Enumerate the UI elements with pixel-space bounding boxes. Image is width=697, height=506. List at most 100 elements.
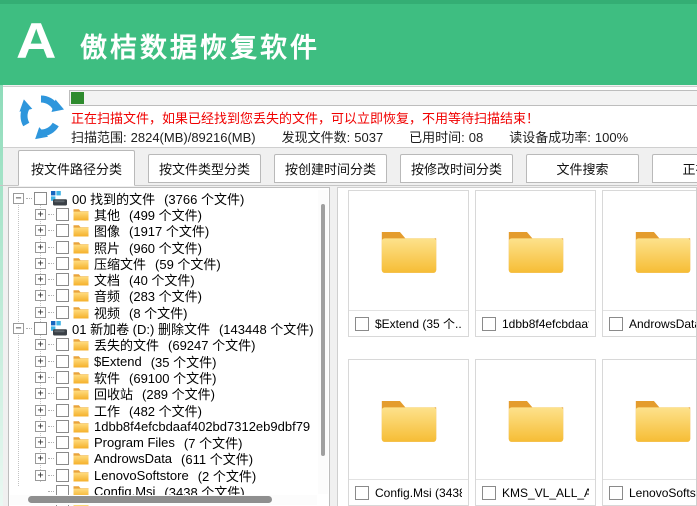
checkbox[interactable]	[56, 257, 69, 270]
stat-value: 2824(MB)/89216(MB)	[131, 130, 256, 145]
checkbox[interactable]	[482, 317, 496, 331]
stat-label: 已用时间:	[409, 130, 465, 145]
tree-item[interactable]: + 视频 (8 个文件)	[9, 304, 317, 320]
expander-icon[interactable]: +	[35, 225, 46, 236]
folder-card[interactable]: 1dbb8f4efcbdaaf...	[475, 190, 596, 337]
tree-item-label: 1dbb8f4efcbdaaf402bd7312eb9dbf79	[94, 419, 310, 434]
expander-icon[interactable]: +	[35, 242, 46, 253]
expander-icon[interactable]: +	[35, 307, 46, 318]
tree-item[interactable]: + 工作 (482 个文件)	[9, 402, 317, 418]
folder-card[interactable]: $Extend (35 个...	[348, 190, 469, 337]
checkbox[interactable]	[56, 404, 69, 417]
folder-icon	[73, 403, 89, 418]
tree-item[interactable]: − 00 找到的文件 (3766 个文件)	[9, 190, 317, 206]
expander-icon[interactable]: +	[35, 339, 46, 350]
checkbox[interactable]	[609, 317, 623, 331]
tree-guide	[48, 426, 54, 427]
checkbox[interactable]	[56, 241, 69, 254]
stat-label: 发现文件数:	[282, 130, 351, 145]
expander-icon[interactable]: +	[35, 274, 46, 285]
checkbox[interactable]	[34, 322, 47, 335]
horizontal-scrollbar-thumb[interactable]	[28, 496, 272, 503]
tree-item[interactable]: − 01 新加卷 (D:) 删除文件 (143448 个文件)	[9, 320, 317, 336]
expander-icon[interactable]: +	[35, 258, 46, 269]
tree-guide	[48, 410, 54, 411]
tree-item[interactable]: + 压缩文件 (59 个文件)	[9, 255, 317, 271]
checkbox[interactable]	[355, 486, 369, 500]
checkbox[interactable]	[56, 224, 69, 237]
expander-icon[interactable]: +	[35, 209, 46, 220]
expander-icon[interactable]: −	[13, 193, 24, 204]
folder-icon	[73, 419, 89, 434]
expander-icon[interactable]: +	[35, 470, 46, 481]
checkbox[interactable]	[56, 420, 69, 433]
tree-item[interactable]: + AndrowsData (611 个文件)	[9, 451, 317, 467]
tree-item[interactable]: + $Extend (35 个文件)	[9, 353, 317, 369]
expander-icon[interactable]: +	[35, 388, 46, 399]
checkbox[interactable]	[56, 387, 69, 400]
folder-card[interactable]: KMS_VL_ALL_AIO...	[475, 359, 596, 506]
checkbox[interactable]	[56, 355, 69, 368]
expander-icon[interactable]: −	[13, 323, 24, 334]
checkbox[interactable]	[56, 371, 69, 384]
checkbox[interactable]	[56, 338, 69, 351]
expander-icon[interactable]: +	[35, 421, 46, 432]
expander-icon[interactable]: +	[35, 405, 46, 416]
expander-icon[interactable]: +	[35, 372, 46, 383]
tab-recovering[interactable]: 正在恢复	[652, 154, 697, 183]
tree-item[interactable]: + 回收站 (289 个文件)	[9, 386, 317, 402]
checkbox[interactable]	[56, 452, 69, 465]
tree-item[interactable]: + 丢失的文件 (69247 个文件)	[9, 337, 317, 353]
app-window: A 傲桔数据恢复软件 正在扫描文件，如果已经找到您丢失的文件，可以立即恢复，不用…	[0, 0, 697, 506]
tree-guide	[48, 361, 54, 362]
checkbox[interactable]	[56, 208, 69, 221]
vertical-scrollbar[interactable]	[318, 190, 328, 494]
drive-icon	[51, 191, 67, 206]
checkbox[interactable]	[56, 306, 69, 319]
tab-by-file-path[interactable]: 按文件路径分类	[18, 150, 135, 186]
card-grid: $Extend (35 个... 1dbb8f4efcbdaaf... Andr…	[348, 190, 697, 506]
checkbox[interactable]	[56, 289, 69, 302]
tree-item[interactable]: + 软件 (69100 个文件)	[9, 369, 317, 385]
window-edge-stripe	[0, 85, 3, 506]
tree-rows: − 00 找到的文件 (3766 个文件) + 其他 (499 个文件) + 图…	[9, 190, 317, 506]
folder-tree-panel: − 00 找到的文件 (3766 个文件) + 其他 (499 个文件) + 图…	[8, 187, 330, 506]
app-logo: A	[16, 12, 56, 70]
tree-item[interactable]: + 音频 (283 个文件)	[9, 288, 317, 304]
tab-by-create-time[interactable]: 按创建时间分类	[274, 154, 387, 183]
tree-item[interactable]: + 图像 (1917 个文件)	[9, 223, 317, 239]
vertical-scrollbar-thumb[interactable]	[321, 204, 325, 456]
folder-card[interactable]: LenovoSoftstore	[602, 359, 697, 506]
checkbox[interactable]	[56, 469, 69, 482]
expander-icon[interactable]: +	[35, 453, 46, 464]
folder-icon-large	[634, 397, 692, 443]
checkbox[interactable]	[482, 486, 496, 500]
checkbox[interactable]	[56, 273, 69, 286]
folder-icon	[73, 337, 89, 352]
horizontal-scrollbar[interactable]	[10, 495, 317, 505]
folder-card[interactable]: AndrowsData (	[602, 190, 697, 337]
tree-item[interactable]: + 1dbb8f4efcbdaaf402bd7312eb9dbf79 (231 …	[9, 418, 317, 434]
tab-by-modify-time[interactable]: 按修改时间分类	[400, 154, 513, 183]
folder-icon	[73, 305, 89, 320]
checkbox[interactable]	[56, 436, 69, 449]
tree-item[interactable]: + LenovoSoftstore (2 个文件)	[9, 467, 317, 483]
scan-stat: 发现文件数:5037	[282, 127, 384, 146]
tree-guide	[48, 312, 54, 313]
folder-card-label: AndrowsData (	[629, 317, 697, 331]
tree-item[interactable]: + 文档 (40 个文件)	[9, 271, 317, 287]
checkbox[interactable]	[34, 192, 47, 205]
checkbox[interactable]	[355, 317, 369, 331]
checkbox[interactable]	[609, 486, 623, 500]
tab-by-file-type[interactable]: 按文件类型分类	[148, 154, 261, 183]
expander-icon[interactable]: +	[35, 290, 46, 301]
tree-guide	[48, 230, 54, 231]
tab-file-search[interactable]: 文件搜索	[526, 154, 639, 183]
tree-item[interactable]: + 照片 (960 个文件)	[9, 239, 317, 255]
tree-item[interactable]: + Program Files (7 个文件)	[9, 434, 317, 450]
tree-item[interactable]: + 其他 (499 个文件)	[9, 206, 317, 222]
expander-icon[interactable]: +	[35, 356, 46, 367]
folder-icon-large	[507, 397, 565, 443]
expander-icon[interactable]: +	[35, 437, 46, 448]
folder-card[interactable]: Config.Msi (3438...	[348, 359, 469, 506]
